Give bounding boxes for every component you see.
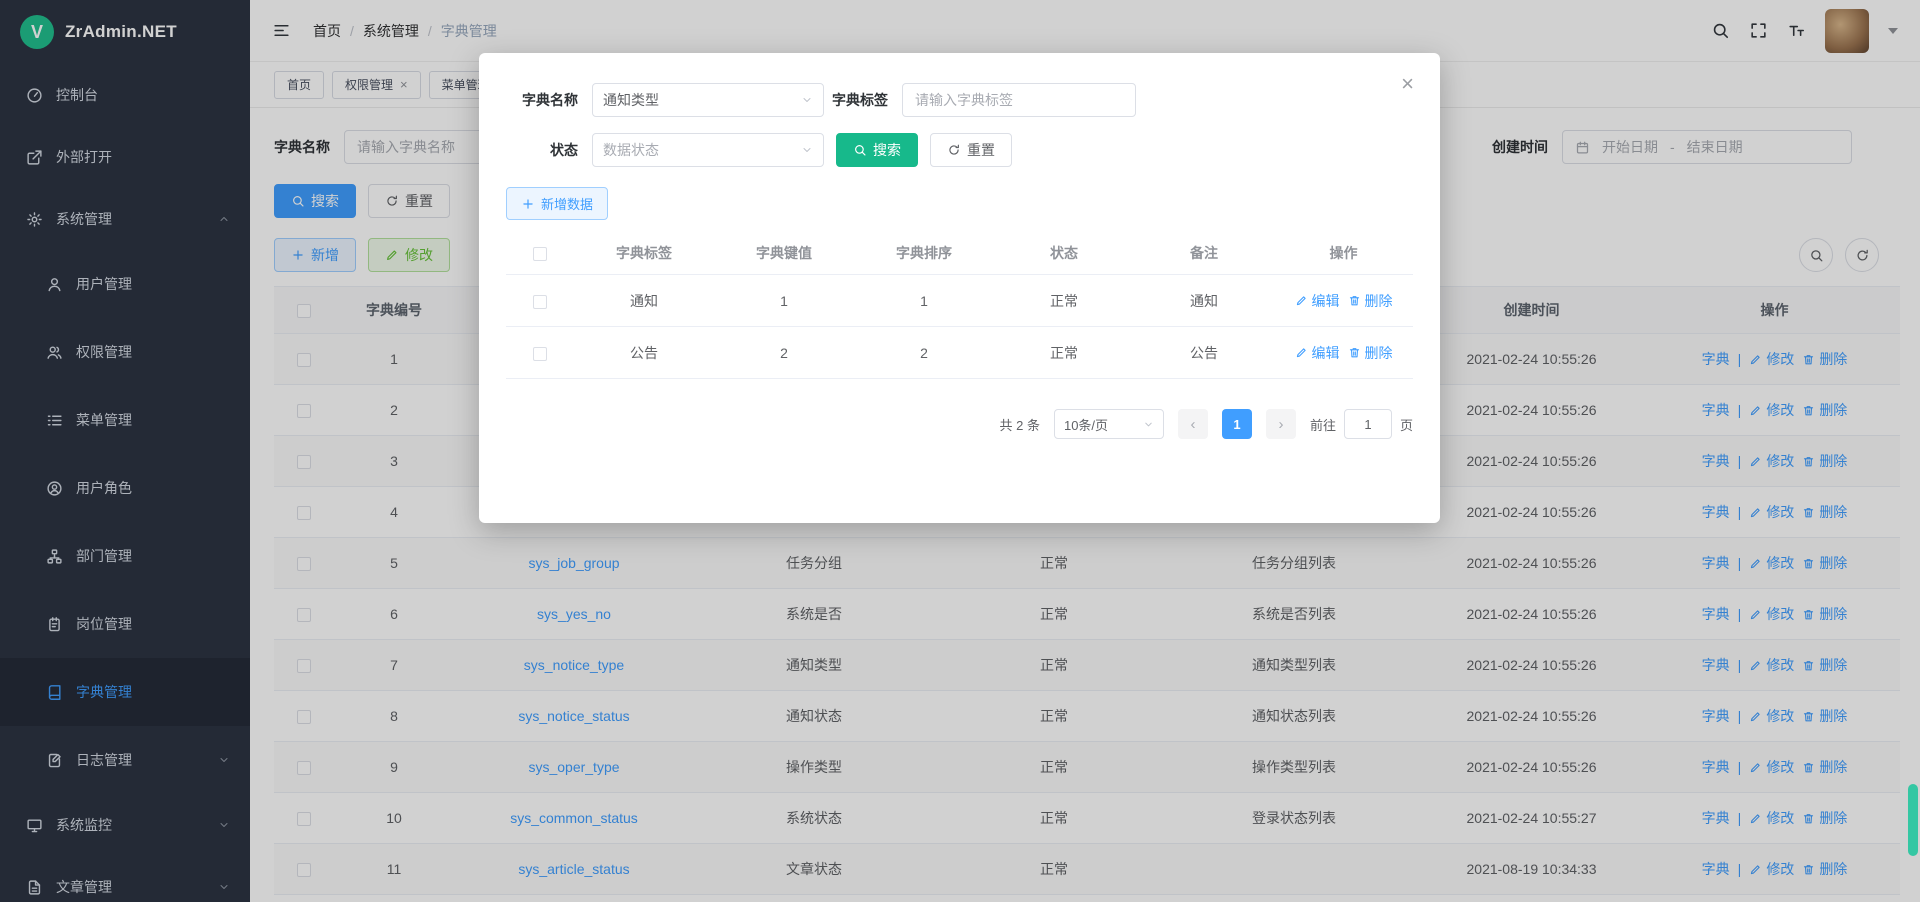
modal-filter-row-1: 字典名称 通知类型 字典标签	[506, 83, 1413, 117]
page-size-select[interactable]: 10条/页	[1054, 409, 1164, 439]
dict-sort-cell: 2	[854, 345, 994, 361]
row-actions: 编辑 删除	[1274, 291, 1413, 311]
dict-value-cell: 1	[714, 293, 854, 309]
modal-filter-row-2: 状态 数据状态 搜索 重置	[506, 133, 1413, 167]
close-icon[interactable]: ×	[1401, 73, 1414, 95]
select-all-checkbox[interactable]	[533, 247, 547, 261]
row-checkbox[interactable]	[533, 347, 547, 361]
status-select[interactable]: 数据状态	[592, 133, 824, 167]
modal-table-row[interactable]: 通知 1 1 正常 通知 编辑 删除	[506, 275, 1413, 327]
dict-sort-cell: 1	[854, 293, 994, 309]
next-page-button[interactable]: ›	[1266, 409, 1296, 439]
edit-icon	[1295, 346, 1308, 359]
scrollbar-thumb[interactable]	[1908, 784, 1918, 856]
selected-value: 通知类型	[603, 90, 659, 110]
page-unit-label: 页	[1400, 415, 1413, 434]
edit-link[interactable]: 编辑	[1295, 343, 1340, 363]
total-count: 共 2 条	[1000, 415, 1040, 434]
dict-name-select[interactable]: 通知类型	[592, 83, 824, 117]
chevron-down-icon	[801, 94, 813, 106]
delete-link[interactable]: 删除	[1348, 291, 1393, 311]
modal-search-button[interactable]: 搜索	[836, 133, 918, 167]
col-dict-sort: 字典排序	[854, 243, 994, 263]
pagination: 共 2 条 10条/页 ‹ 1 › 前往 页	[506, 409, 1413, 439]
plus-icon	[521, 197, 535, 211]
row-checkbox[interactable]	[533, 295, 547, 309]
page-size-value: 10条/页	[1064, 415, 1108, 434]
trash-icon	[1348, 294, 1361, 307]
remark-cell: 公告	[1134, 343, 1274, 363]
status-cell: 正常	[994, 343, 1134, 363]
col-status: 状态	[994, 243, 1134, 263]
chevron-down-icon	[801, 144, 813, 156]
dict-label-cell: 通知	[574, 291, 714, 311]
prev-page-button[interactable]: ‹	[1178, 409, 1208, 439]
dict-label-label: 字典标签	[832, 90, 888, 110]
col-dict-value: 字典键值	[714, 243, 854, 263]
chevron-down-icon	[1143, 419, 1154, 430]
dict-name-label: 字典名称	[506, 90, 578, 110]
app-root: V ZrAdmin.NET 控制台 外部打开 系统管理 用户管理	[0, 0, 1920, 902]
row-actions: 编辑 删除	[1274, 343, 1413, 363]
dict-value-cell: 2	[714, 345, 854, 361]
col-dict-label: 字典标签	[574, 243, 714, 263]
modal-table-row[interactable]: 公告 2 2 正常 公告 编辑 删除	[506, 327, 1413, 379]
goto-page: 前往 页	[1310, 409, 1413, 439]
col-actions: 操作	[1274, 243, 1413, 263]
remark-cell: 通知	[1134, 291, 1274, 311]
edit-link[interactable]: 编辑	[1295, 291, 1340, 311]
goto-page-input[interactable]	[1344, 409, 1392, 439]
dict-label-input[interactable]	[915, 92, 1123, 108]
search-icon	[853, 143, 867, 157]
page-1-button[interactable]: 1	[1222, 409, 1252, 439]
edit-icon	[1295, 294, 1308, 307]
add-dict-data-button[interactable]: 新增数据	[506, 187, 608, 220]
status-cell: 正常	[994, 291, 1134, 311]
select-placeholder: 数据状态	[603, 140, 659, 160]
dict-label-cell: 公告	[574, 343, 714, 363]
trash-icon	[1348, 346, 1361, 359]
modal-reset-button[interactable]: 重置	[930, 133, 1012, 167]
dict-data-dialog: × 字典名称 通知类型 字典标签 状态 数据状态 搜索	[479, 53, 1440, 523]
refresh-icon	[947, 143, 961, 157]
modal-table-header: 字典标签 字典键值 字典排序 状态 备注 操作	[506, 232, 1413, 275]
delete-link[interactable]: 删除	[1348, 343, 1393, 363]
status-label: 状态	[506, 140, 578, 160]
col-remark: 备注	[1134, 243, 1274, 263]
goto-label: 前往	[1310, 415, 1336, 434]
dict-label-input-wrap	[902, 83, 1136, 117]
